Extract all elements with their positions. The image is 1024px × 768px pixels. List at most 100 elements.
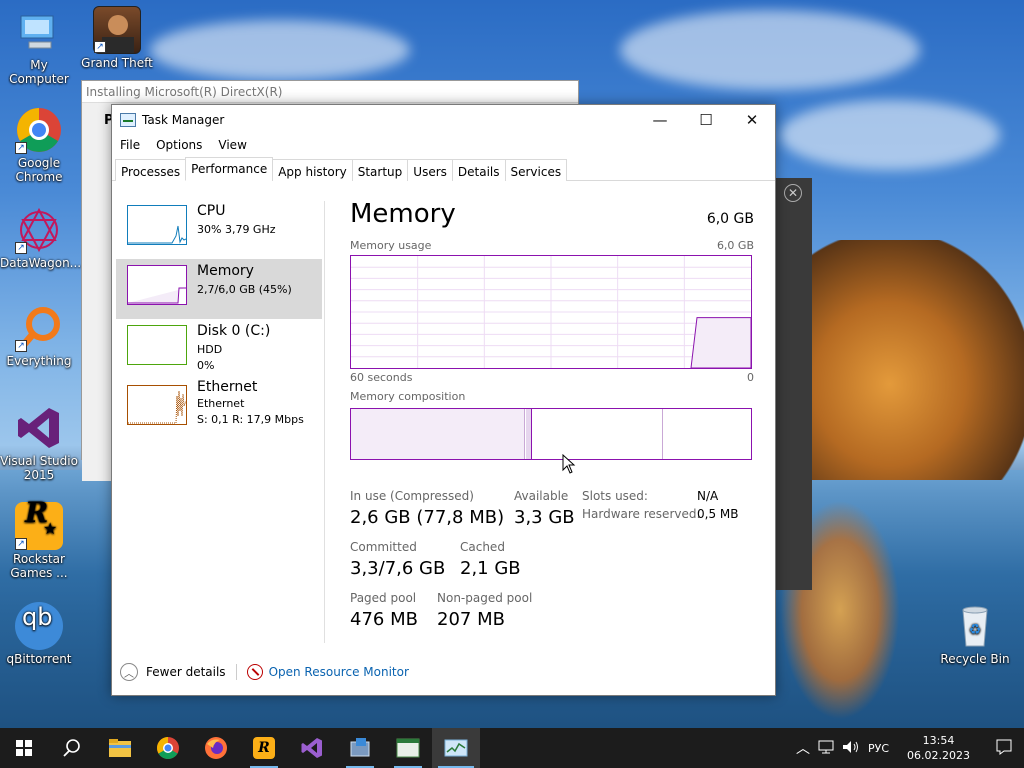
sidebar-item-label: Disk 0 (C:) xyxy=(197,323,271,339)
task-manager-icon xyxy=(444,739,468,757)
maximize-button[interactable]: ☐ xyxy=(683,105,729,135)
task-manager-window[interactable]: Task Manager — ☐ ✕ File Options View Pro… xyxy=(111,104,776,696)
windows-start-icon xyxy=(16,740,32,756)
chevron-up-icon[interactable]: ︿ xyxy=(792,738,814,758)
hardware-reserved-label: Hardware reserved: xyxy=(582,507,701,521)
tab-services[interactable]: Services xyxy=(504,159,568,181)
desktop-icon-label: Rockstar Games ... xyxy=(10,552,68,580)
memory-composition-label: Memory composition xyxy=(350,390,466,403)
taskbar-rockstar[interactable]: R xyxy=(240,728,288,768)
desktop-icon-label: Recycle Bin xyxy=(940,652,1010,666)
desktop-icon-qbittorrent[interactable]: qb qBittorrent xyxy=(0,602,78,666)
taskbar-task-manager[interactable] xyxy=(432,728,480,768)
everything-search-icon: ↗ xyxy=(15,304,63,352)
memory-usage-line xyxy=(690,317,752,369)
clock[interactable]: 13:54 06.02.2023 xyxy=(893,733,984,763)
paged-pool-value: 476 MB xyxy=(350,609,418,630)
memory-usage-graph xyxy=(350,255,752,369)
available-label: Available xyxy=(514,489,569,503)
search-button[interactable] xyxy=(48,728,96,768)
chevron-up-icon[interactable]: ︿ xyxy=(120,663,138,681)
network-icon[interactable] xyxy=(814,740,838,757)
desktop-icon-everything[interactable]: ↗ Everything xyxy=(0,304,78,368)
gta-icon: ↗ xyxy=(93,6,141,54)
sidebar-item-label: Ethernet xyxy=(197,379,258,395)
resource-monitor-icon xyxy=(246,664,263,680)
memory-thumbnail-graph xyxy=(127,265,187,305)
notification-icon[interactable] xyxy=(984,739,1024,758)
desktop-icon-label: DataWagon... xyxy=(0,256,82,270)
sidebar-item-detail: 30% 3,79 GHz xyxy=(197,223,276,236)
taskbar-chrome[interactable] xyxy=(144,728,192,768)
desktop-icon-rockstar[interactable]: R ★ ↗ Rockstar Games ... xyxy=(0,499,78,581)
title-bar[interactable]: Task Manager — ☐ ✕ xyxy=(112,105,775,135)
taskbar: R ︿ РУС 13:54 06.02.2023 xyxy=(0,728,1024,768)
taskbar-terminal[interactable] xyxy=(384,728,432,768)
sidebar-item-label: CPU xyxy=(197,203,226,219)
computer-icon xyxy=(15,8,63,56)
ethernet-thumbnail-graph xyxy=(127,385,187,425)
desktop-icon-visual-studio[interactable]: Visual Studio 2015 xyxy=(0,404,78,482)
minimize-button[interactable]: — xyxy=(637,105,683,135)
non-paged-pool-label: Non-paged pool xyxy=(437,591,533,605)
taskbar-visual-studio[interactable] xyxy=(288,728,336,768)
open-resource-monitor-link[interactable]: Open Resource Monitor xyxy=(269,665,409,679)
tab-users[interactable]: Users xyxy=(407,159,453,181)
menu-file[interactable]: File xyxy=(112,135,148,157)
desktop-icon-recycle-bin[interactable]: ♻ Recycle Bin xyxy=(936,602,1014,666)
tab-processes[interactable]: Processes xyxy=(115,159,187,181)
resource-title: Memory xyxy=(350,199,456,229)
tab-app-history[interactable]: App history xyxy=(272,159,353,181)
sidebar-item-detail-2: 0% xyxy=(197,359,215,372)
taskbar-firefox[interactable] xyxy=(192,728,240,768)
cached-value: 2,1 GB xyxy=(460,558,521,579)
composition-standby xyxy=(533,409,663,459)
sidebar-item-detail: Ethernet xyxy=(197,397,245,410)
window-title: Task Manager xyxy=(142,113,225,127)
available-value: 3,3 GB xyxy=(514,507,575,528)
resource-list: CPU 30% 3,79 GHz Memory 2,7/6,0 GB (45%)… xyxy=(116,199,322,439)
taskbar-installer[interactable] xyxy=(336,728,384,768)
sidebar-item-detail: HDD xyxy=(197,343,223,356)
menu-view[interactable]: View xyxy=(210,135,254,157)
tab-performance[interactable]: Performance xyxy=(185,157,274,181)
menu-bar: File Options View xyxy=(112,135,775,157)
task-manager-icon xyxy=(120,113,136,127)
desktop-icon-my-computer[interactable]: My Computer xyxy=(0,8,78,86)
tab-details[interactable]: Details xyxy=(451,159,506,181)
chrome-icon: ↗ xyxy=(15,106,63,154)
sidebar-item-cpu[interactable]: CPU 30% 3,79 GHz xyxy=(116,199,322,259)
sidebar-item-disk[interactable]: Disk 0 (C:) HDD 0% xyxy=(116,319,322,379)
fewer-details-button[interactable]: Fewer details xyxy=(146,665,226,679)
menu-options[interactable]: Options xyxy=(148,135,210,157)
desktop-icon-chrome[interactable]: ↗ Google Chrome xyxy=(0,106,78,184)
memory-usage-max: 6,0 GB xyxy=(716,239,754,252)
cached-label: Cached xyxy=(460,540,505,554)
close-icon[interactable]: ✕ xyxy=(784,184,802,202)
desktop-icon-datawagon[interactable]: ↗ DataWagon... xyxy=(0,206,82,270)
sidebar-item-ethernet[interactable]: Ethernet Ethernet S: 0,1 R: 17,9 Mbps xyxy=(116,379,322,439)
installer-icon xyxy=(350,738,370,757)
recycle-bin-icon: ♻ xyxy=(951,602,999,650)
window-title: Installing Microsoft(R) DirectX(R) xyxy=(82,81,578,103)
qbittorrent-icon: qb xyxy=(15,602,63,650)
datawagon-icon: ↗ xyxy=(15,206,63,254)
tab-bar: Processes Performance App history Startu… xyxy=(112,157,775,181)
clock-time: 13:54 xyxy=(922,734,955,747)
composition-in-use xyxy=(351,409,525,459)
sidebar-item-memory[interactable]: Memory 2,7/6,0 GB (45%) xyxy=(116,259,322,319)
time-axis-left: 60 seconds xyxy=(350,371,413,384)
tab-startup[interactable]: Startup xyxy=(351,159,409,181)
desktop-icon-gta[interactable]: ↗ Grand Theft Auto S... xyxy=(78,6,156,70)
rockstar-icon: R xyxy=(253,737,275,759)
start-button[interactable] xyxy=(0,728,48,768)
desktop-icon-label: Google Chrome xyxy=(15,156,63,184)
composition-modified xyxy=(526,409,532,459)
close-button[interactable]: ✕ xyxy=(729,105,775,135)
sidebar-item-detail: 2,7/6,0 GB (45%) xyxy=(197,283,292,296)
volume-icon[interactable] xyxy=(838,740,864,757)
file-explorer-icon xyxy=(109,739,131,757)
input-language[interactable]: РУС xyxy=(864,742,893,755)
taskbar-file-explorer[interactable] xyxy=(96,728,144,768)
mouse-cursor-icon xyxy=(562,454,576,474)
